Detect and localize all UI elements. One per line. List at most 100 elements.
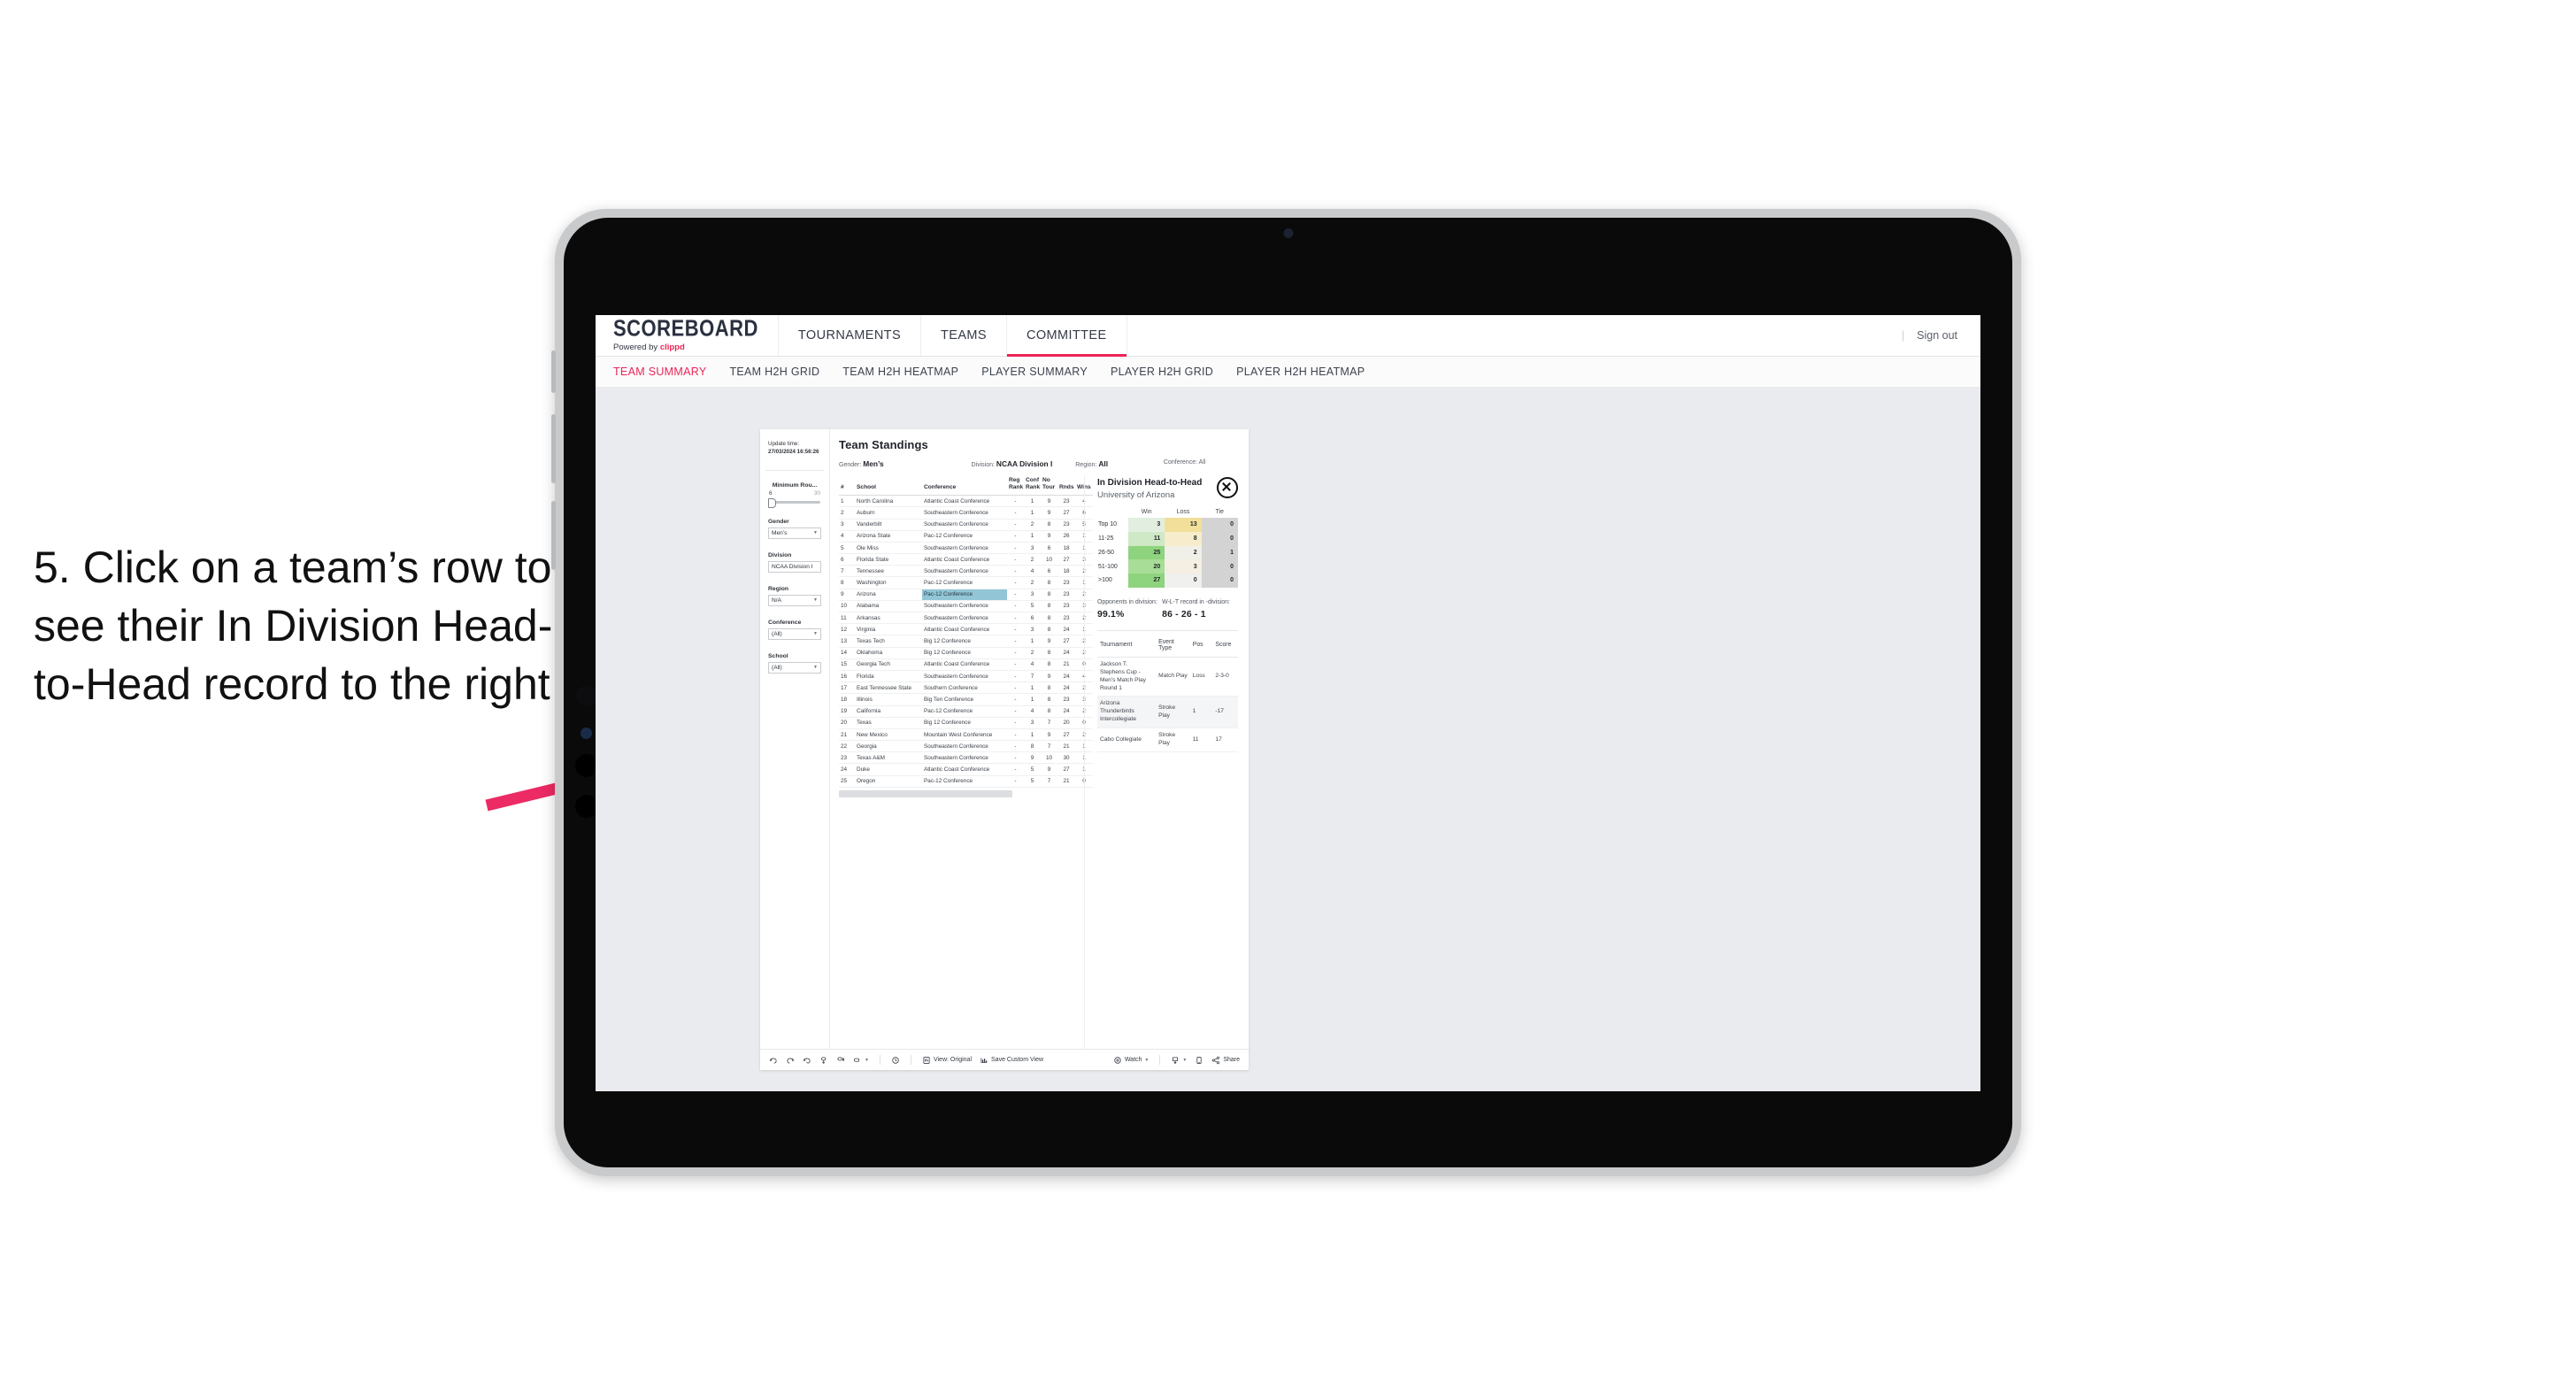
- col-rnds[interactable]: Rnds: [1057, 475, 1075, 497]
- row-rnds: 24: [1057, 623, 1075, 636]
- volume-up-button[interactable]: [551, 350, 556, 393]
- row-rank: 16: [839, 670, 855, 683]
- row-school: Washington: [855, 576, 922, 589]
- team-standings-table-wrapper[interactable]: # School Conference Reg Rank Conf Rank N…: [839, 475, 1093, 1049]
- close-circle-icon[interactable]: [1217, 477, 1238, 498]
- row-no-tour: 8: [1041, 600, 1057, 613]
- slider-handle[interactable]: [768, 497, 776, 508]
- tournament-pos: 11: [1189, 728, 1213, 752]
- volume-down-button[interactable]: [551, 414, 556, 483]
- row-reg-rank: -: [1007, 600, 1024, 613]
- table-row[interactable]: 25 Oregon Pac-12 Conference -5 7 21 0: [839, 775, 1093, 788]
- divider: [765, 469, 824, 471]
- col-school[interactable]: School: [855, 475, 922, 497]
- download-icon[interactable]: ▼: [1171, 1056, 1187, 1065]
- division-select[interactable]: NCAA Division I: [768, 560, 821, 573]
- table-row[interactable]: 24 Duke Atlantic Coast Conference -5 9 27 1: [839, 763, 1093, 776]
- tournament-row[interactable]: Arizona Thunderbirds Intercollegiate Stro…: [1097, 696, 1238, 729]
- alerts-icon[interactable]: [891, 1056, 900, 1065]
- table-row[interactable]: 13 Texas Tech Big 12 Conference -1 9 27 2: [839, 635, 1093, 648]
- table-row[interactable]: 22 Georgia Southeastern Conference -8 7 21 1: [839, 740, 1093, 753]
- table-row[interactable]: 2 Auburn Southeastern Conference -1 9 27 6: [839, 506, 1093, 520]
- col-conference[interactable]: Conference: [922, 475, 1007, 497]
- brand-tagline: Powered by clippd: [613, 343, 685, 353]
- brand-logo[interactable]: SCOREBOARD Powered by clippd: [596, 315, 779, 356]
- update-time-label: Update time:: [768, 441, 800, 447]
- record-value: 86 - 26 - 1: [1162, 609, 1206, 620]
- table-row[interactable]: 17 East Tennessee State Southern Conferenc…: [839, 681, 1093, 695]
- save-custom-view-button[interactable]: Save Custom View: [980, 1056, 1043, 1065]
- table-row[interactable]: 20 Texas Big 12 Conference -3 7 20 0: [839, 717, 1093, 729]
- school-select[interactable]: (All) ▼: [768, 661, 821, 674]
- table-row[interactable]: 18 Illinois Big Ten Conference -1 8 23 3: [839, 693, 1093, 706]
- tournament-name: Cabo Collegiate: [1097, 728, 1157, 752]
- tab-player-h2h-heatmap[interactable]: PLAYER H2H HEATMAP: [1236, 366, 1365, 378]
- horizontal-scrollbar[interactable]: [839, 789, 1073, 797]
- table-row[interactable]: 9 Arizona Pac-12 Conference -3 8 23 2: [839, 589, 1093, 601]
- signout-link[interactable]: Sign out: [1917, 329, 1957, 342]
- table-row[interactable]: 12 Virginia Atlantic Coast Conference -3 8 24…: [839, 623, 1093, 636]
- tournament-row[interactable]: Jackson T. Stephens Cup - Men’s Match Pl…: [1097, 657, 1238, 697]
- revert-icon[interactable]: [803, 1056, 811, 1065]
- row-no-tour: 6: [1041, 565, 1057, 578]
- tab-team-h2h-grid[interactable]: TEAM H2H GRID: [729, 366, 819, 378]
- tab-team-h2h-heatmap[interactable]: TEAM H2H HEATMAP: [842, 366, 958, 378]
- custom-views-dropdown[interactable]: ▼: [853, 1056, 869, 1065]
- tab-team-summary[interactable]: TEAM SUMMARY: [613, 366, 706, 378]
- col-conf-rank[interactable]: Conf Rank: [1024, 475, 1041, 497]
- undo-icon[interactable]: [769, 1056, 778, 1065]
- row-conf-rank: 3: [1024, 542, 1041, 555]
- gender-select[interactable]: Men’s ▼: [768, 527, 821, 539]
- nav-item-committee[interactable]: COMMITTEE: [1006, 315, 1127, 357]
- region-label: Region: [768, 585, 789, 592]
- row-rank: 4: [839, 530, 855, 543]
- power-button[interactable]: [551, 501, 556, 570]
- view-original-button[interactable]: View: Original: [922, 1056, 972, 1065]
- device-layout-icon[interactable]: [1195, 1056, 1203, 1065]
- table-row[interactable]: 10 Alabama Southeastern Conference -5 8 23 3: [839, 600, 1093, 613]
- row-conf-rank: 5: [1024, 775, 1041, 788]
- table-row[interactable]: 14 Oklahoma Big 12 Conference -2 8 24 2: [839, 647, 1093, 659]
- row-no-tour: 10: [1041, 553, 1057, 566]
- col-no-tour[interactable]: No Tour: [1041, 475, 1057, 497]
- row-conference: Big 12 Conference: [922, 717, 1007, 729]
- table-row[interactable]: 5 Ole Miss Southeastern Conference -3 6 18 1: [839, 542, 1093, 555]
- table-row[interactable]: 21 New Mexico Mountain West Conference -1 9 2…: [839, 728, 1093, 742]
- row-conference: Southeastern Conference: [922, 600, 1007, 613]
- table-row[interactable]: 1 North Carolina Atlantic Coast Conference…: [839, 495, 1093, 508]
- col-rank[interactable]: #: [839, 475, 855, 497]
- refresh-data-icon[interactable]: [819, 1056, 828, 1065]
- pause-auto-updates-icon[interactable]: [836, 1056, 845, 1065]
- table-row[interactable]: 11 Arkansas Southeastern Conference -6 8 23 2: [839, 612, 1093, 625]
- table-row[interactable]: 23 Texas A&M Southeastern Conference -9 10 30…: [839, 751, 1093, 765]
- row-no-tour: 8: [1041, 647, 1057, 659]
- row-conference: Southeastern Conference: [922, 565, 1007, 578]
- table-row[interactable]: 4 Arizona State Pac-12 Conference -1 9 26 1: [839, 530, 1093, 543]
- redo-icon[interactable]: [786, 1056, 795, 1065]
- table-row[interactable]: 19 California Pac-12 Conference -4 8 24 2: [839, 705, 1093, 718]
- table-row[interactable]: 3 Vanderbilt Southeastern Conference -2 8 23 5: [839, 519, 1093, 531]
- share-button[interactable]: Share: [1211, 1056, 1240, 1065]
- row-conf-rank: 3: [1024, 589, 1041, 601]
- table-row[interactable]: 6 Florida State Atlantic Coast Conference -…: [839, 553, 1093, 566]
- conference-select[interactable]: (All) ▼: [768, 628, 821, 640]
- row-conference: Atlantic Coast Conference: [922, 553, 1007, 566]
- table-row[interactable]: 8 Washington Pac-12 Conference -2 8 23 1: [839, 576, 1093, 589]
- row-rank: 24: [839, 763, 855, 776]
- watch-button[interactable]: Watch ▼: [1113, 1056, 1149, 1065]
- row-school: California: [855, 705, 922, 718]
- tournament-row[interactable]: Cabo Collegiate Stroke Play 11 17: [1097, 728, 1238, 752]
- table-row[interactable]: 15 Georgia Tech Atlantic Coast Conference -…: [839, 658, 1093, 671]
- view-original-label: View: Original: [933, 1057, 973, 1063]
- row-conference: Atlantic Coast Conference: [922, 623, 1007, 636]
- region-select[interactable]: N/A ▼: [768, 594, 821, 606]
- nav-item-tournaments[interactable]: TOURNAMENTS: [779, 315, 922, 356]
- col-reg-rank[interactable]: Reg Rank: [1007, 475, 1024, 497]
- table-row[interactable]: 7 Tennessee Southeastern Conference -4 6 18 2: [839, 565, 1093, 578]
- tab-player-h2h-grid[interactable]: PLAYER H2H GRID: [1111, 366, 1213, 378]
- slider-track[interactable]: [768, 497, 820, 508]
- table-row[interactable]: 16 Florida Southeastern Conference -7 9 24 4: [839, 670, 1093, 683]
- minimum-rounds-filter[interactable]: Minimum Rou... 6 30: [768, 482, 821, 508]
- tab-player-summary[interactable]: PLAYER SUMMARY: [981, 366, 1088, 378]
- nav-item-teams[interactable]: TEAMS: [921, 315, 1007, 356]
